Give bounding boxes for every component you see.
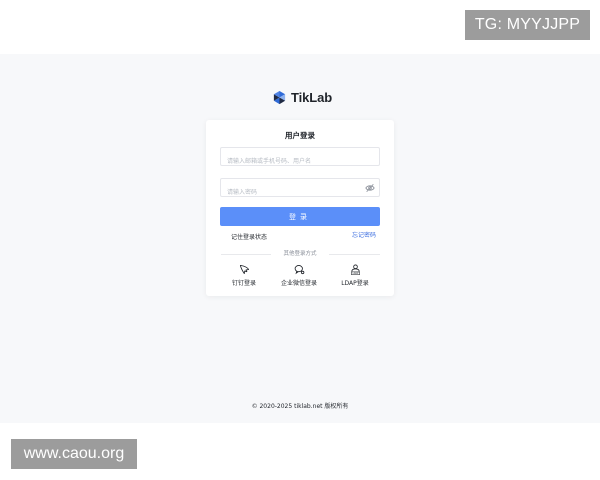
remember-login[interactable]: 记住登录状态: [221, 231, 267, 241]
wecom-login-label: 企业微信登录: [280, 280, 317, 287]
ldap-icon: LDAP: [350, 264, 360, 275]
divider-right: [329, 254, 380, 255]
remember-label: 记住登录状态: [231, 233, 268, 241]
other-methods-label: 其他登录方式: [283, 251, 317, 257]
svg-text:LDAP: LDAP: [352, 272, 358, 275]
tiklab-logo-icon: [273, 90, 286, 104]
ldap-login-button[interactable]: LDAP LDAP登录: [330, 264, 380, 287]
wecom-login-button[interactable]: 企业微信登录: [274, 264, 324, 287]
dingtalk-icon: [239, 264, 249, 275]
dingtalk-login-button[interactable]: 钉钉登录: [219, 264, 269, 287]
eye-off-icon[interactable]: [365, 183, 375, 193]
password-input[interactable]: [221, 184, 379, 201]
login-button[interactable]: 登录: [220, 207, 380, 226]
watermark-bottom: www.caou.org: [11, 439, 137, 469]
card-title: 用户登录: [285, 131, 315, 140]
divider-left: [221, 254, 271, 255]
login-page: TG: MYYJJPP TikLab 用户登录 登录 记住登录状态 忘记密码 其…: [0, 0, 600, 480]
brand-logo: TikLab: [272, 88, 332, 106]
wecom-icon: [294, 265, 304, 275]
forgot-password-link[interactable]: 忘记密码: [352, 231, 376, 241]
copyright-footer: © 2020-2025 tiklab.net 版权所有: [251, 403, 349, 410]
dingtalk-login-label: 钉钉登录: [231, 280, 256, 287]
ldap-login-label: LDAP登录: [341, 280, 369, 287]
remember-checkbox[interactable]: [221, 232, 228, 240]
brand-name: TikLab: [291, 89, 333, 105]
password-field[interactable]: [220, 178, 380, 201]
watermark-top: TG: MYYJJPP: [465, 10, 590, 40]
username-field[interactable]: [220, 147, 380, 170]
username-input[interactable]: [221, 153, 379, 170]
